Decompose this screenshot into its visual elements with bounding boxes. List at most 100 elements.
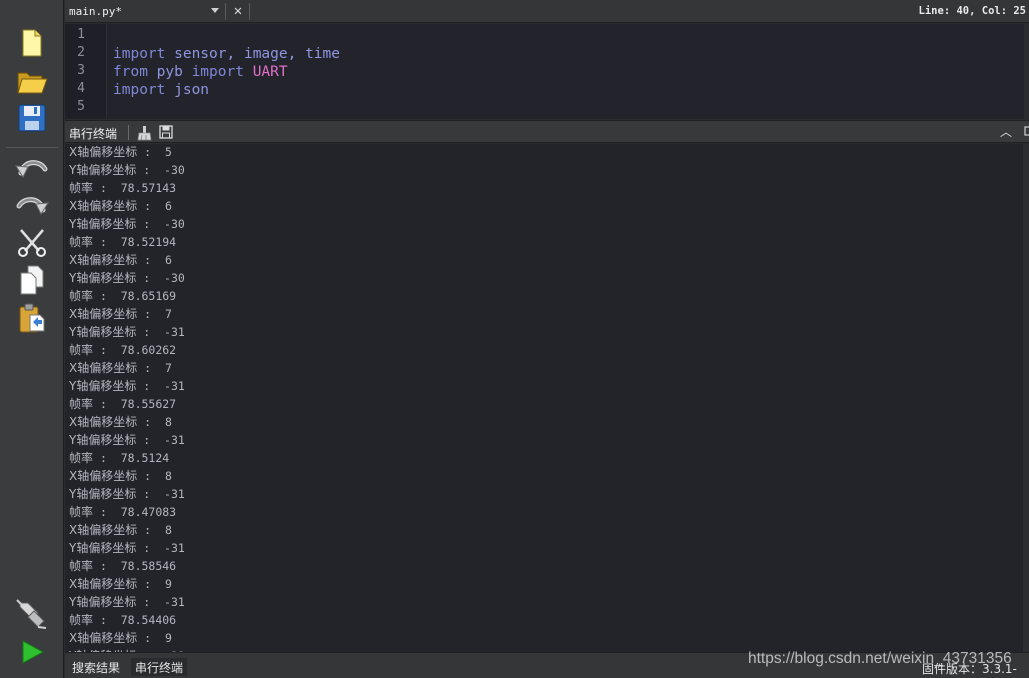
- terminal-line-separator: :: [136, 325, 165, 339]
- terminal-line-label: X轴偏移坐标: [69, 577, 138, 591]
- restore-panel-button[interactable]: [1023, 126, 1029, 138]
- chevron-up-icon: ︿: [999, 125, 1012, 139]
- terminal-line-value: 78.58546: [120, 559, 177, 573]
- code-token: import: [191, 64, 244, 80]
- terminal-line-label: 帧率: [69, 505, 94, 519]
- open-file-button[interactable]: [14, 63, 50, 97]
- terminal-line: 帧率 : 78.54406: [69, 611, 185, 629]
- main-toolbar: [0, 0, 64, 678]
- watermark-url: https://blog.csdn.net/weixin_43731356: [748, 650, 1012, 667]
- new-file-button[interactable]: [14, 26, 50, 60]
- line-number: 5: [77, 99, 85, 114]
- header-divider: [128, 125, 129, 140]
- terminal-line: Y轴偏移坐标 : -31: [69, 539, 185, 557]
- terminal-line: X轴偏移坐标 : 7: [69, 305, 185, 323]
- code-editor[interactable]: 1 2 3 4 5 import sensor, image, time from pyb…: [65, 24, 1024, 119]
- line-number: 4: [77, 81, 85, 96]
- terminal-line-separator: :: [137, 469, 165, 483]
- close-tab-button[interactable]: ✕: [230, 3, 246, 19]
- terminal-line: Y轴偏移坐标 : -31: [69, 377, 185, 395]
- terminal-line-label: 帧率: [69, 451, 94, 465]
- cursor-position: Line: 40, Col: 25: [918, 5, 1026, 17]
- tab-divider: [225, 3, 226, 20]
- terminal-line-label: 帧率: [69, 559, 94, 573]
- terminal-line-label: X轴偏移坐标: [69, 145, 138, 159]
- terminal-line-label: 帧率: [69, 397, 94, 411]
- copy-button[interactable]: [14, 263, 50, 297]
- terminal-line: 帧率 : 78.65169: [69, 287, 185, 305]
- collapse-terminal-button[interactable]: ︿: [999, 125, 1013, 139]
- terminal-line-value: 8: [164, 469, 172, 483]
- terminal-line-separator: :: [93, 181, 121, 195]
- terminal-line: X轴偏移坐标 : 5: [69, 144, 185, 161]
- run-button[interactable]: [14, 635, 50, 669]
- redo-button[interactable]: [14, 188, 50, 222]
- terminal-line-value: 8: [164, 415, 172, 429]
- code-line: import sensor, image, time: [113, 46, 340, 62]
- terminal-line: 帧率 : 78.60262: [69, 341, 185, 359]
- terminal-line-value: 78.54406: [120, 613, 177, 627]
- terminal-line-label: X轴偏移坐标: [69, 199, 138, 213]
- terminal-line-separator: :: [136, 379, 165, 393]
- terminal-line: Y轴偏移坐标 : -31: [69, 485, 185, 503]
- line-number: 1: [77, 27, 85, 42]
- terminal-line-value: -31: [164, 541, 185, 555]
- terminal-line-separator: :: [137, 307, 165, 321]
- terminal-line-separator: :: [137, 577, 165, 591]
- terminal-line: Y轴偏移坐标 : -31: [69, 593, 185, 611]
- chevron-down-icon[interactable]: [211, 8, 219, 13]
- tab-label: main.py*: [69, 5, 122, 18]
- terminal-line-separator: :: [136, 163, 165, 177]
- connect-button[interactable]: [14, 597, 50, 631]
- terminal-line-value: 78.57143: [120, 181, 177, 195]
- editor-scrollbar[interactable]: [1024, 24, 1029, 119]
- terminal-line-label: 帧率: [69, 343, 94, 357]
- code-token: import: [113, 46, 166, 62]
- terminal-line-value: 78.65169: [120, 289, 177, 303]
- terminal-line-separator: :: [136, 271, 165, 285]
- redo-icon: [16, 197, 49, 216]
- line-number-gutter: 1 2 3 4 5: [65, 24, 107, 119]
- tab-main-py[interactable]: main.py*: [65, 0, 225, 23]
- code-line: import json: [113, 82, 209, 98]
- terminal-scrollbar[interactable]: [1023, 144, 1029, 652]
- terminal-line-label: X轴偏移坐标: [69, 469, 138, 483]
- terminal-line-separator: :: [93, 397, 121, 411]
- terminal-line-separator: :: [93, 289, 121, 303]
- tab-divider: [249, 3, 250, 20]
- terminal-line-separator: :: [136, 595, 165, 609]
- undo-button[interactable]: [14, 151, 50, 185]
- clear-terminal-button[interactable]: [137, 125, 153, 141]
- serial-terminal-header: 串行终端 ︿: [65, 120, 1029, 143]
- terminal-line-value: -30: [164, 163, 185, 177]
- terminal-line-label: 帧率: [69, 235, 94, 249]
- terminal-line-label: X轴偏移坐标: [69, 307, 138, 321]
- tab-search-results[interactable]: 搜索结果: [68, 658, 124, 676]
- terminal-line-separator: :: [137, 199, 165, 213]
- restore-icon: [1024, 126, 1029, 136]
- terminal-line: Y轴偏移坐标 : -31: [69, 323, 185, 341]
- terminal-line-separator: :: [137, 145, 165, 159]
- run-icon: [22, 640, 45, 664]
- terminal-line-label: X轴偏移坐标: [69, 253, 138, 267]
- save-file-button[interactable]: [14, 101, 50, 135]
- terminal-line: X轴偏移坐标 : 6: [69, 197, 185, 215]
- save-log-button[interactable]: [159, 125, 175, 141]
- code-token: from: [113, 64, 148, 80]
- terminal-line-label: Y轴偏移坐标: [69, 271, 137, 285]
- tab-serial-terminal[interactable]: 串行终端: [131, 658, 188, 676]
- cut-button[interactable]: [14, 225, 50, 259]
- terminal-line-value: -31: [164, 325, 185, 339]
- terminal-line: X轴偏移坐标 : 8: [69, 467, 185, 485]
- code-token: import: [113, 82, 166, 98]
- paste-button[interactable]: [14, 301, 50, 335]
- terminal-line-label: X轴偏移坐标: [69, 361, 138, 375]
- terminal-line: Y轴偏移坐标 : -30: [69, 269, 185, 287]
- terminal-line-separator: :: [93, 451, 121, 465]
- terminal-line: 帧率 : 78.52194: [69, 233, 185, 251]
- serial-terminal-output[interactable]: X轴偏移坐标 : 5 Y轴偏移坐标 : -30 帧率 : 78.57143 X轴偏移坐…: [65, 144, 1023, 652]
- connect-icon: [16, 599, 47, 629]
- terminal-line-value: -31: [164, 595, 185, 609]
- terminal-line-separator: :: [137, 415, 165, 429]
